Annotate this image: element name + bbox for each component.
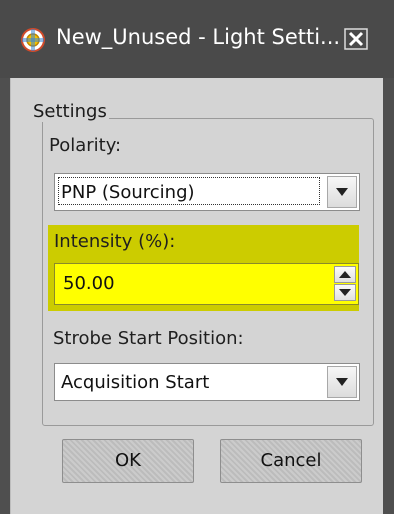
arrow-up-icon (339, 271, 351, 278)
polarity-dropdown-button[interactable] (327, 176, 357, 208)
window-title: New_Unused - Light Setti... (56, 25, 341, 49)
strobe-dropdown-button[interactable] (327, 366, 357, 398)
settings-legend: Settings (31, 101, 109, 122)
intensity-spinbox[interactable]: 50.00 (54, 263, 359, 305)
cancel-button[interactable]: Cancel (220, 439, 362, 483)
arrow-down-icon (339, 289, 351, 296)
ok-button[interactable]: OK (62, 439, 194, 483)
intensity-spin-buttons (334, 266, 356, 302)
chevron-down-icon (336, 188, 348, 196)
polarity-label: Polarity: (49, 135, 122, 156)
intensity-highlight: Intensity (%): 50.00 (48, 225, 359, 311)
chevron-down-icon (336, 378, 348, 386)
polarity-value: PNP (Sourcing) (61, 182, 195, 203)
intensity-value: 50.00 (63, 273, 115, 294)
title-bar[interactable]: New_Unused - Light Setti... (0, 0, 394, 78)
intensity-label: Intensity (%): (54, 231, 176, 252)
strobe-start-value: Acquisition Start (61, 372, 210, 393)
dialog-body: Settings Polarity: PNP (Sourcing) Intens… (10, 78, 383, 514)
light-settings-icon (19, 26, 47, 54)
strobe-start-select[interactable]: Acquisition Start (54, 363, 360, 401)
spin-up-button[interactable] (334, 266, 356, 283)
spin-down-button[interactable] (334, 284, 356, 301)
close-button[interactable] (344, 28, 368, 50)
close-icon (344, 28, 368, 50)
polarity-select[interactable]: PNP (Sourcing) (54, 173, 360, 211)
light-settings-window: New_Unused - Light Setti... Settings Pol… (0, 0, 394, 514)
strobe-start-label: Strobe Start Position: (53, 328, 244, 349)
